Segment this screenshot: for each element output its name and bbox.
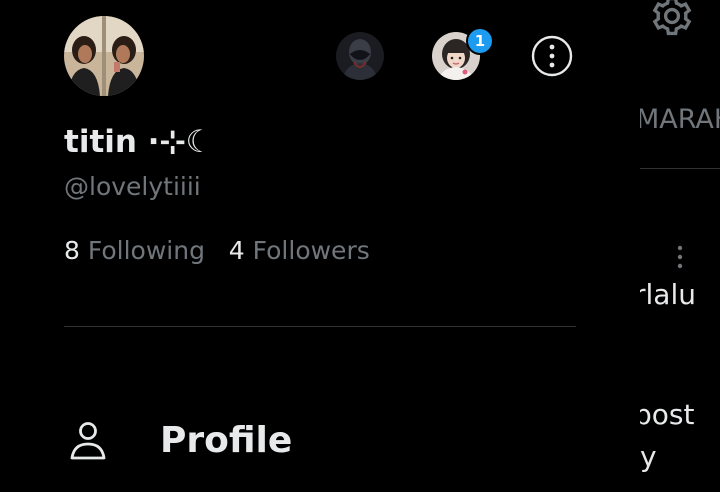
- more-circle-icon[interactable]: [528, 32, 576, 80]
- profile-avatar-image: [64, 16, 144, 96]
- background-tab-label[interactable]: MARAH: [636, 104, 720, 135]
- display-name[interactable]: titin ⋅⊹☾: [64, 124, 213, 160]
- followers-count: 4: [228, 236, 245, 265]
- menu-item-profile-label: Profile: [160, 420, 293, 461]
- background-post-text: post: [634, 398, 695, 431]
- follow-stats: 8 Following 4 Followers: [64, 236, 370, 265]
- person-icon: [70, 422, 106, 460]
- following-label: Following: [87, 236, 205, 265]
- switch-account-avatar[interactable]: [336, 32, 384, 80]
- drawer-divider: [64, 326, 576, 327]
- profile-avatar[interactable]: [64, 16, 144, 96]
- following-link[interactable]: 8 Following: [64, 236, 205, 265]
- user-handle[interactable]: @lovelytiiii: [64, 172, 201, 201]
- notification-badge: 1: [466, 27, 494, 55]
- gear-icon[interactable]: [650, 0, 694, 38]
- background-post-text: y: [640, 440, 657, 473]
- following-count: 8: [64, 236, 80, 265]
- background-tab-divider: [640, 168, 720, 169]
- background-post-text: rlalu: [634, 278, 696, 311]
- menu-item-profile[interactable]: Profile: [64, 410, 576, 474]
- more-vertical-icon[interactable]: [670, 244, 690, 272]
- account-avatar-image: [336, 32, 384, 80]
- followers-link[interactable]: 4 Followers: [229, 236, 370, 265]
- followers-label: Followers: [252, 236, 370, 265]
